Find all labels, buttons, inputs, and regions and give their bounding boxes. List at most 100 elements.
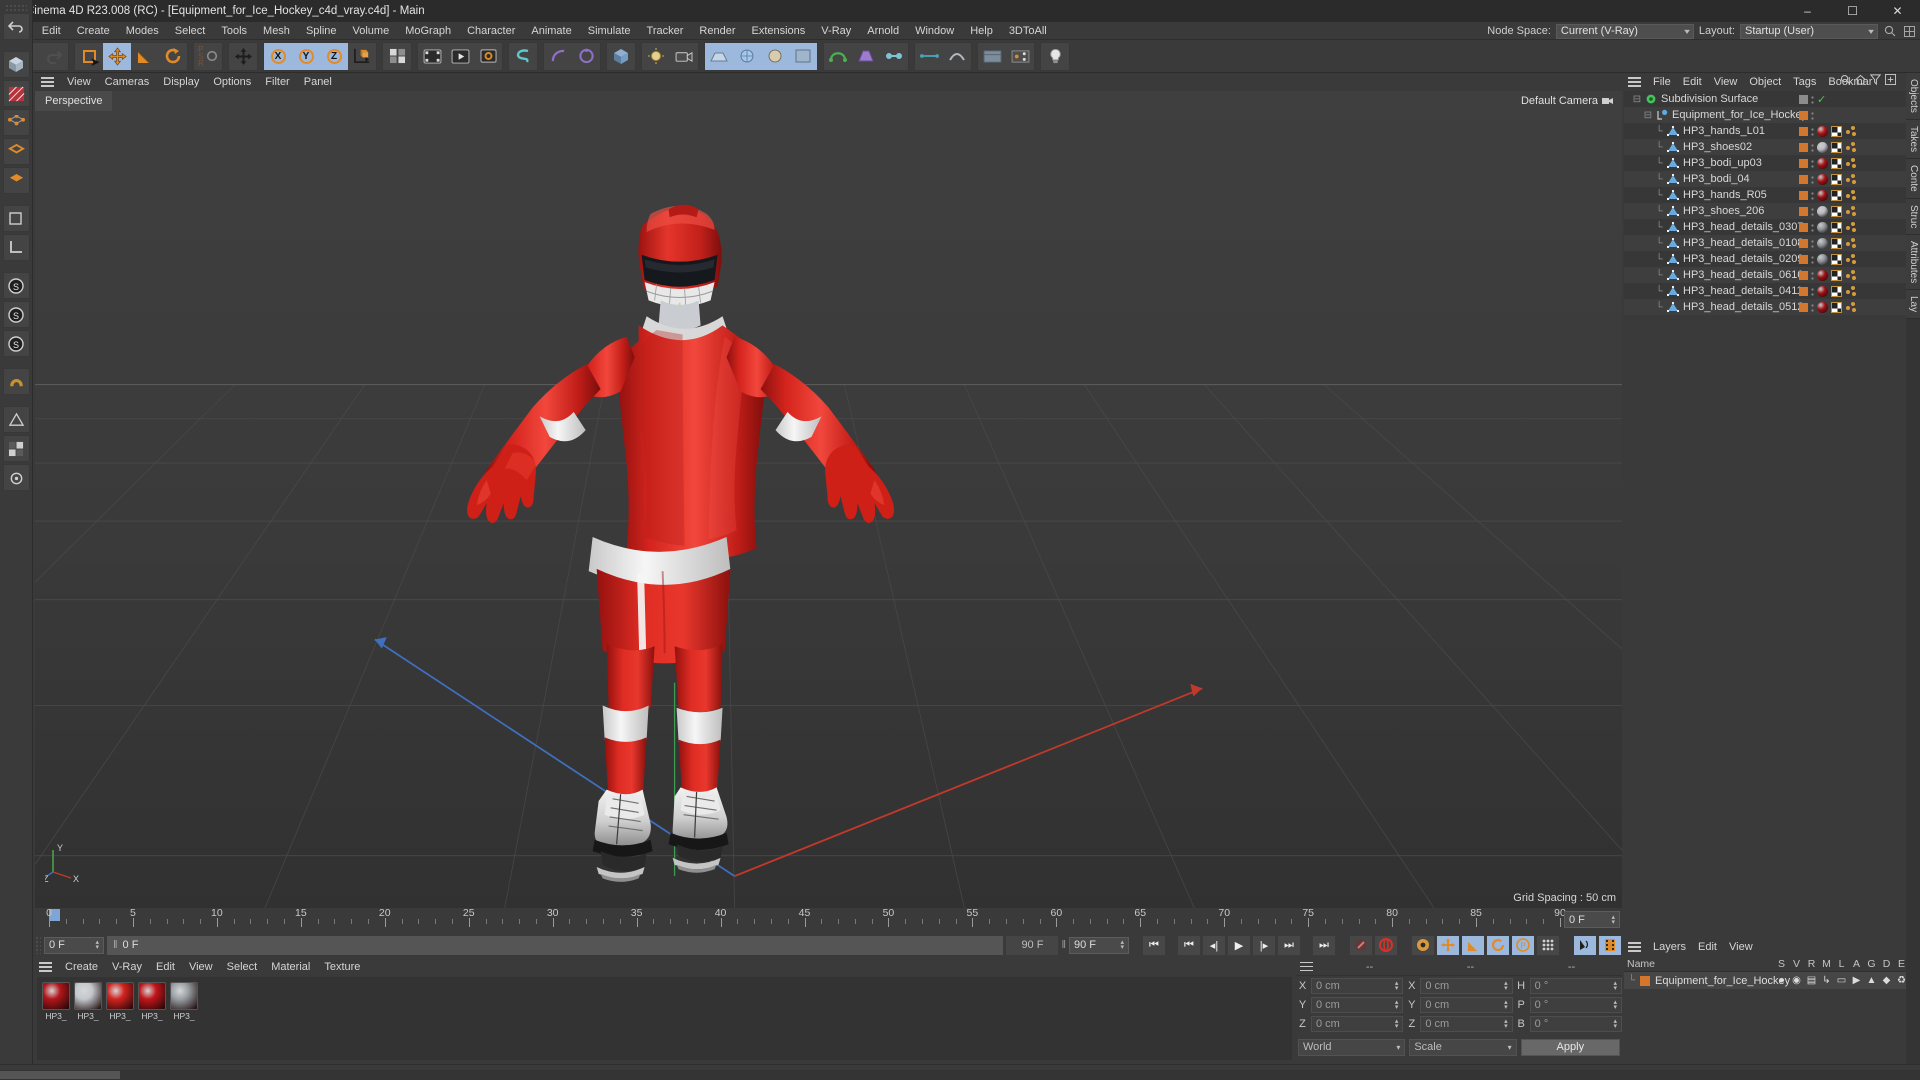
render-view-button[interactable] xyxy=(418,43,446,70)
coord-rotation-p-field[interactable]: 0 ° ▴ ▾ xyxy=(1529,997,1622,1013)
object-row[interactable]: └ HP3_head_details_0108 xyxy=(1624,235,1906,251)
material-tag-icon[interactable] xyxy=(1817,269,1828,281)
object-name[interactable]: HP3_shoes_206 xyxy=(1683,205,1764,217)
material-menu-edit[interactable]: Edit xyxy=(149,958,182,976)
menu-window[interactable]: Window xyxy=(907,22,962,40)
object-name[interactable]: HP3_head_details_0411 xyxy=(1683,285,1803,297)
object-row[interactable]: └ HP3_head_details_0411 xyxy=(1624,283,1906,299)
uvw-tag-icon[interactable] xyxy=(1831,189,1842,201)
previous-key-button[interactable]: ⏮ xyxy=(1177,934,1201,956)
object-name[interactable]: HP3_head_details_0610 xyxy=(1683,269,1804,281)
horizontal-scrollbar[interactable] xyxy=(0,1070,1920,1080)
coord-size-x-field[interactable]: 0 cm ▴ ▾ xyxy=(1420,978,1513,994)
uvw-tag-icon[interactable] xyxy=(1831,173,1842,185)
world-object-coordinates-button[interactable] xyxy=(348,43,376,70)
object-name[interactable]: HP3_hands_L01 xyxy=(1683,125,1765,137)
object-row[interactable]: └ HP3_hands_L01 xyxy=(1624,123,1906,139)
uvw-tag-icon[interactable] xyxy=(1831,285,1842,297)
move-tool[interactable] xyxy=(103,42,131,70)
uvw-tag-icon[interactable] xyxy=(1831,157,1842,169)
layer-menu-view[interactable]: View xyxy=(1723,938,1759,956)
uvw-tag-icon[interactable] xyxy=(1831,125,1842,137)
lock-x-axis-button[interactable]: X xyxy=(264,42,292,70)
selection-tag-icon[interactable] xyxy=(1845,269,1858,281)
visibility-dot-icon[interactable] xyxy=(1799,94,1808,104)
go-to-end-button[interactable]: ⏭ xyxy=(1312,934,1336,956)
live-selection-tool[interactable]: ➤ xyxy=(75,43,103,70)
material-tag-icon[interactable] xyxy=(1817,141,1828,153)
vertical-tab-lay[interactable]: Lay xyxy=(1906,290,1920,320)
cube-primitive-button[interactable] xyxy=(607,43,635,70)
viewport-menu-panel[interactable]: Panel xyxy=(297,73,339,91)
menu-render[interactable]: Render xyxy=(691,22,743,40)
coord-size-z-field[interactable]: 0 cm ▴ ▾ xyxy=(1420,1016,1513,1032)
menu-select[interactable]: Select xyxy=(167,22,214,40)
layer-color-swatch[interactable] xyxy=(1799,222,1808,232)
sky-object-button[interactable] xyxy=(733,42,761,70)
selection-tag-icon[interactable] xyxy=(1845,285,1858,297)
selection-tag-icon[interactable] xyxy=(1845,189,1858,201)
rotate-tool[interactable] xyxy=(159,43,187,70)
layer-hamburger-icon[interactable] xyxy=(1628,942,1641,952)
menu-help[interactable]: Help xyxy=(962,22,1001,40)
record-rotation-button[interactable] xyxy=(1486,934,1510,956)
minimize-button[interactable]: – xyxy=(1785,0,1830,22)
layer-flag-l[interactable]: ▭ xyxy=(1834,975,1849,986)
uvw-tag-icon[interactable] xyxy=(1831,205,1842,217)
material-tag-icon[interactable] xyxy=(1817,301,1828,313)
layer-name[interactable]: Equipment_for_Ice_Hockey xyxy=(1655,975,1790,987)
selection-tag-icon[interactable] xyxy=(1845,125,1858,137)
coordinate-system-dropdown[interactable]: World ▾ xyxy=(1298,1038,1406,1056)
material-thumbnail[interactable] xyxy=(106,982,134,1010)
record-scale-button[interactable] xyxy=(1461,934,1485,956)
viewport[interactable]: Perspective Default Camera Grid Spacing … xyxy=(35,91,1622,908)
render-to-picture-viewer-button[interactable] xyxy=(446,43,474,70)
material-item[interactable]: HP3_ xyxy=(106,982,134,1055)
film-strip-button[interactable] xyxy=(1598,934,1622,956)
tree-collapse-icon[interactable]: ⊟ xyxy=(1641,110,1655,121)
object-manager-list[interactable]: ⊟ Subdivision Surface ✓ ⊟ Equipment_for_Ice_… xyxy=(1624,91,1906,321)
vertical-tab-attributes[interactable]: Attributes xyxy=(1906,235,1920,291)
object-name[interactable]: HP3_bodi_04 xyxy=(1683,173,1750,185)
next-key-button[interactable]: ⏭ xyxy=(1277,934,1301,956)
material-tag-icon[interactable] xyxy=(1817,253,1828,265)
object-row[interactable]: └ HP3_shoes_206 xyxy=(1624,203,1906,219)
menu-arnold[interactable]: Arnold xyxy=(859,22,907,40)
home-icon[interactable] xyxy=(1855,74,1866,88)
undo-view-button[interactable] xyxy=(2,13,30,40)
start-frame-field[interactable]: 0 F ▴ ▾ xyxy=(44,936,104,954)
object-row[interactable]: └ HP3_bodi_04 xyxy=(1624,171,1906,187)
tree-collapse-icon[interactable]: ⊟ xyxy=(1630,94,1644,105)
menu-tracker[interactable]: Tracker xyxy=(639,22,692,40)
material-tag-icon[interactable] xyxy=(1817,189,1828,201)
material-menu-create[interactable]: Create xyxy=(58,958,105,976)
object-name[interactable]: Subdivision Surface xyxy=(1661,93,1758,105)
xpresso-editor-button[interactable] xyxy=(978,43,1006,70)
coord-rotation-b-field[interactable]: 0 ° ▴ ▾ xyxy=(1529,1016,1622,1032)
selection-tag-icon[interactable] xyxy=(1845,157,1858,169)
material-menu-texture[interactable]: Texture xyxy=(317,958,367,976)
psr-mode-button[interactable]: PSR xyxy=(194,43,222,70)
lock-z-axis-button[interactable]: Z xyxy=(320,42,348,70)
filter-icon[interactable] xyxy=(1869,74,1882,88)
object-name[interactable]: HP3_head_details_0209 xyxy=(1683,253,1804,265)
menu-extensions[interactable]: Extensions xyxy=(743,22,813,40)
layer-color-swatch[interactable] xyxy=(1799,206,1808,216)
array-button[interactable] xyxy=(572,43,600,70)
material-list[interactable]: HP3_ HP3_ HP3_ HP3_ HP3_ xyxy=(37,977,1292,1060)
magnet-tool-button[interactable] xyxy=(2,368,30,395)
layer-menu-edit[interactable]: Edit xyxy=(1692,938,1723,956)
stepper-icon[interactable]: ▴ ▾ xyxy=(1395,1018,1399,1030)
object-name[interactable]: HP3_head_details_0512 xyxy=(1683,301,1804,313)
material-thumbnail[interactable] xyxy=(74,982,102,1010)
material-menu-material[interactable]: Material xyxy=(264,958,317,976)
help-bulb-icon[interactable] xyxy=(1041,43,1069,70)
floor-object-button[interactable] xyxy=(705,42,733,70)
play-button[interactable]: ▶ xyxy=(1227,934,1251,956)
layer-color-swatch[interactable] xyxy=(1799,126,1808,136)
layer-column-v[interactable]: V xyxy=(1789,956,1804,972)
layer-flag-m[interactable]: ↳ xyxy=(1819,975,1834,986)
vertical-tab-objects[interactable]: Objects xyxy=(1906,73,1920,120)
foreground-button[interactable] xyxy=(789,42,817,70)
autokey-button[interactable] xyxy=(1349,934,1373,956)
